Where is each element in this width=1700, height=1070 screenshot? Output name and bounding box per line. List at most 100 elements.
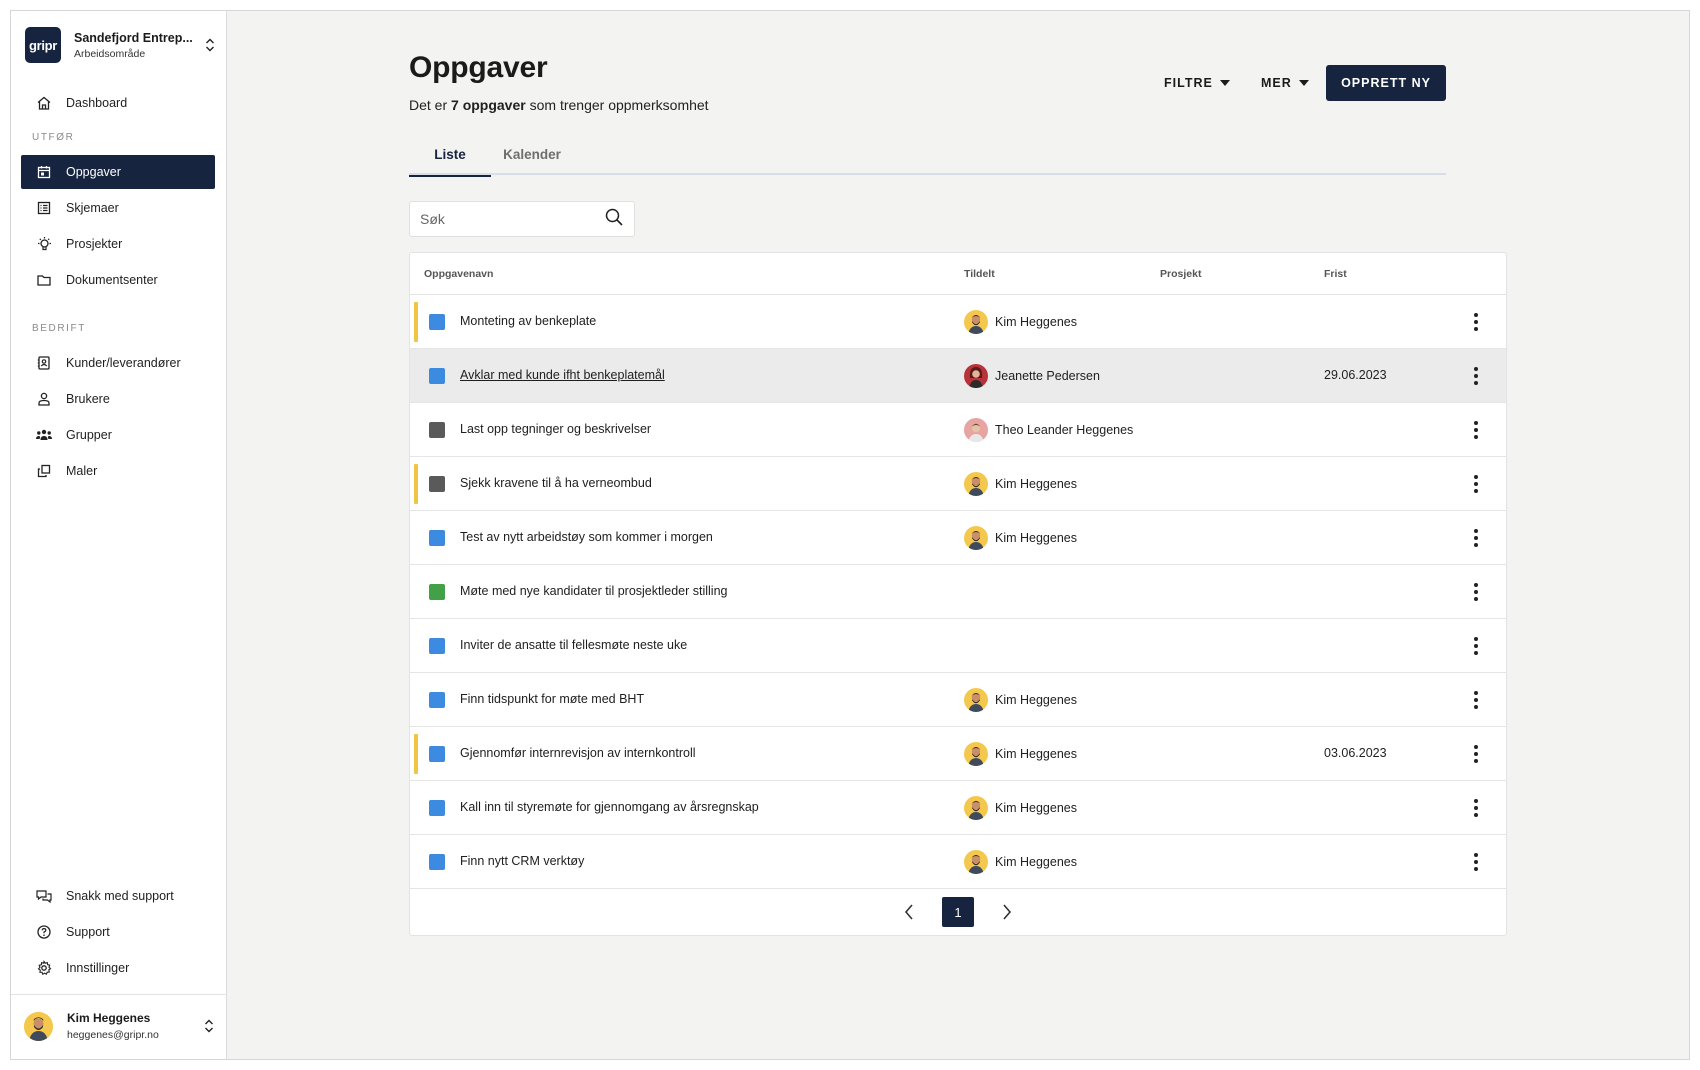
sidebar-item-dashboard[interactable]: Dashboard (21, 86, 215, 120)
due-date: 29.06.2023 (1324, 368, 1387, 382)
more-vertical-icon[interactable] (1464, 526, 1488, 550)
task-status-square[interactable] (429, 422, 445, 438)
task-name[interactable]: Sjekk kravene til å ha verneombud (460, 476, 652, 490)
task-name[interactable]: Avklar med kunde ifht benkeplatemål (460, 368, 665, 382)
sidebar-item-label: Innstillinger (66, 961, 130, 975)
task-status-square[interactable] (429, 638, 445, 654)
task-name[interactable]: Last opp tegninger og beskrivelser (460, 422, 651, 436)
task-name[interactable]: Inviter de ansatte til fellesmøte neste … (460, 638, 687, 652)
task-name[interactable]: Test av nytt arbeidstøy som kommer i mor… (460, 530, 713, 544)
task-status-square[interactable] (429, 368, 445, 384)
chevron-right-icon[interactable] (996, 901, 1018, 923)
column-header-due[interactable]: Frist (1324, 268, 1347, 280)
section-title-bedrift: BEDRIFT (32, 323, 86, 334)
sidebar-item-support[interactable]: Support (21, 915, 215, 949)
sidebar-item-label: Oppgaver (66, 165, 121, 179)
user-menu[interactable]: Kim Heggenes heggenes@gripr.no (24, 1008, 216, 1044)
create-new-button[interactable]: OPPRETT NY (1326, 65, 1446, 101)
sidebar-item-dokumentsenter[interactable]: Dokumentsenter (21, 263, 215, 297)
user-icon (35, 390, 53, 408)
chevron-up-down-icon (202, 1015, 216, 1037)
avatar (964, 526, 988, 550)
more-vertical-icon[interactable] (1464, 580, 1488, 604)
column-header-name[interactable]: Oppgavenavn (424, 268, 493, 280)
table-row[interactable]: Finn nytt CRM verktøy Kim Heggenes (410, 835, 1506, 889)
subtitle-text: som trenger oppmerksomhet (525, 97, 709, 113)
avatar (964, 850, 988, 874)
column-header-assigned[interactable]: Tildelt (964, 268, 995, 280)
more-vertical-icon[interactable] (1464, 850, 1488, 874)
search-input[interactable] (420, 211, 604, 227)
sidebar-item-oppgaver[interactable]: Oppgaver (21, 155, 215, 189)
table-row[interactable]: Finn tidspunkt for møte med BHT Kim Hegg… (410, 673, 1506, 727)
caret-down-icon (1298, 80, 1309, 86)
priority-indicator (414, 302, 418, 342)
sidebar-item-label: Skjemaer (66, 201, 119, 215)
sidebar-item-prosjekter[interactable]: Prosjekter (21, 227, 215, 261)
chevron-left-icon[interactable] (898, 901, 920, 923)
task-status-square[interactable] (429, 584, 445, 600)
task-name[interactable]: Gjennomfør internrevisjon av internkontr… (460, 746, 696, 760)
page-number-button[interactable]: 1 (942, 897, 974, 927)
table-row[interactable]: Møte med nye kandidater til prosjektlede… (410, 565, 1506, 619)
more-vertical-icon[interactable] (1464, 418, 1488, 442)
lightbulb-icon (35, 235, 53, 253)
task-status-square[interactable] (429, 746, 445, 762)
sidebar-item-grupper[interactable]: Grupper (21, 418, 215, 452)
table-row[interactable]: Test av nytt arbeidstøy som kommer i mor… (410, 511, 1506, 565)
task-status-square[interactable] (429, 530, 445, 546)
more-vertical-icon[interactable] (1464, 688, 1488, 712)
task-status-square[interactable] (429, 800, 445, 816)
filter-button[interactable]: FILTRE (1164, 65, 1230, 101)
sidebar-item-innstillinger[interactable]: Innstillinger (21, 951, 215, 985)
task-name[interactable]: Kall inn til styremøte for gjennomgang a… (460, 800, 759, 814)
table-row[interactable]: Monteting av benkeplate Kim Heggenes (410, 295, 1506, 349)
priority-indicator (414, 734, 418, 774)
more-vertical-icon[interactable] (1464, 796, 1488, 820)
sidebar-item-brukere[interactable]: Brukere (21, 382, 215, 416)
more-vertical-icon[interactable] (1464, 634, 1488, 658)
help-circle-icon (35, 923, 53, 941)
task-status-square[interactable] (429, 314, 445, 330)
assignee-name: Kim Heggenes (995, 693, 1077, 707)
more-vertical-icon[interactable] (1464, 472, 1488, 496)
search-icon[interactable] (604, 207, 624, 232)
table-row[interactable]: Sjekk kravene til å ha verneombud Kim He… (410, 457, 1506, 511)
assignee-name: Kim Heggenes (995, 855, 1077, 869)
task-name[interactable]: Finn tidspunkt for møte med BHT (460, 692, 644, 706)
sidebar-item-snakk-med-support[interactable]: Snakk med support (21, 879, 215, 913)
search-box (409, 201, 635, 237)
more-vertical-icon[interactable] (1464, 310, 1488, 334)
task-status-square[interactable] (429, 692, 445, 708)
sidebar-item-maler[interactable]: Maler (21, 454, 215, 488)
table-row[interactable]: Kall inn til styremøte for gjennomgang a… (410, 781, 1506, 835)
sidebar-item-skjemaer[interactable]: Skjemaer (21, 191, 215, 225)
task-status-square[interactable] (429, 854, 445, 870)
tab-liste[interactable]: Liste (409, 133, 491, 177)
more-vertical-icon[interactable] (1464, 742, 1488, 766)
avatar (964, 418, 988, 442)
assignee-name: Kim Heggenes (995, 477, 1077, 491)
assignee: Kim Heggenes (964, 850, 1077, 874)
task-name[interactable]: Finn nytt CRM verktøy (460, 854, 584, 868)
tab-kalender[interactable]: Kalender (491, 133, 573, 175)
table-row[interactable]: Last opp tegninger og beskrivelser Theo … (410, 403, 1506, 457)
page-subtitle: Det er 7 oppgaver som trenger oppmerksom… (409, 97, 709, 113)
more-vertical-icon[interactable] (1464, 364, 1488, 388)
workspace-switcher[interactable]: gripr Sandefjord Entrep... Arbeidsområde (25, 24, 217, 66)
table-row[interactable]: Gjennomfør internrevisjon av internkontr… (410, 727, 1506, 781)
table-row[interactable]: Avklar med kunde ifht benkeplatemål Jean… (410, 349, 1506, 403)
section-title-utfor: UTFØR (32, 132, 75, 143)
sidebar-item-kunder[interactable]: Kunder/leverandører (21, 346, 215, 380)
task-name[interactable]: Møte med nye kandidater til prosjektlede… (460, 584, 727, 598)
contact-book-icon (35, 354, 53, 372)
page-title: Oppgaver (409, 51, 548, 84)
folder-icon (35, 271, 53, 289)
table-header: Oppgavenavn Tildelt Prosjekt Frist (410, 253, 1506, 295)
task-status-square[interactable] (429, 476, 445, 492)
table-row[interactable]: Inviter de ansatte til fellesmøte neste … (410, 619, 1506, 673)
more-button[interactable]: MER (1261, 65, 1309, 101)
column-header-project[interactable]: Prosjekt (1160, 268, 1201, 280)
sidebar-item-label: Kunder/leverandører (66, 356, 181, 370)
task-name[interactable]: Monteting av benkeplate (460, 314, 596, 328)
